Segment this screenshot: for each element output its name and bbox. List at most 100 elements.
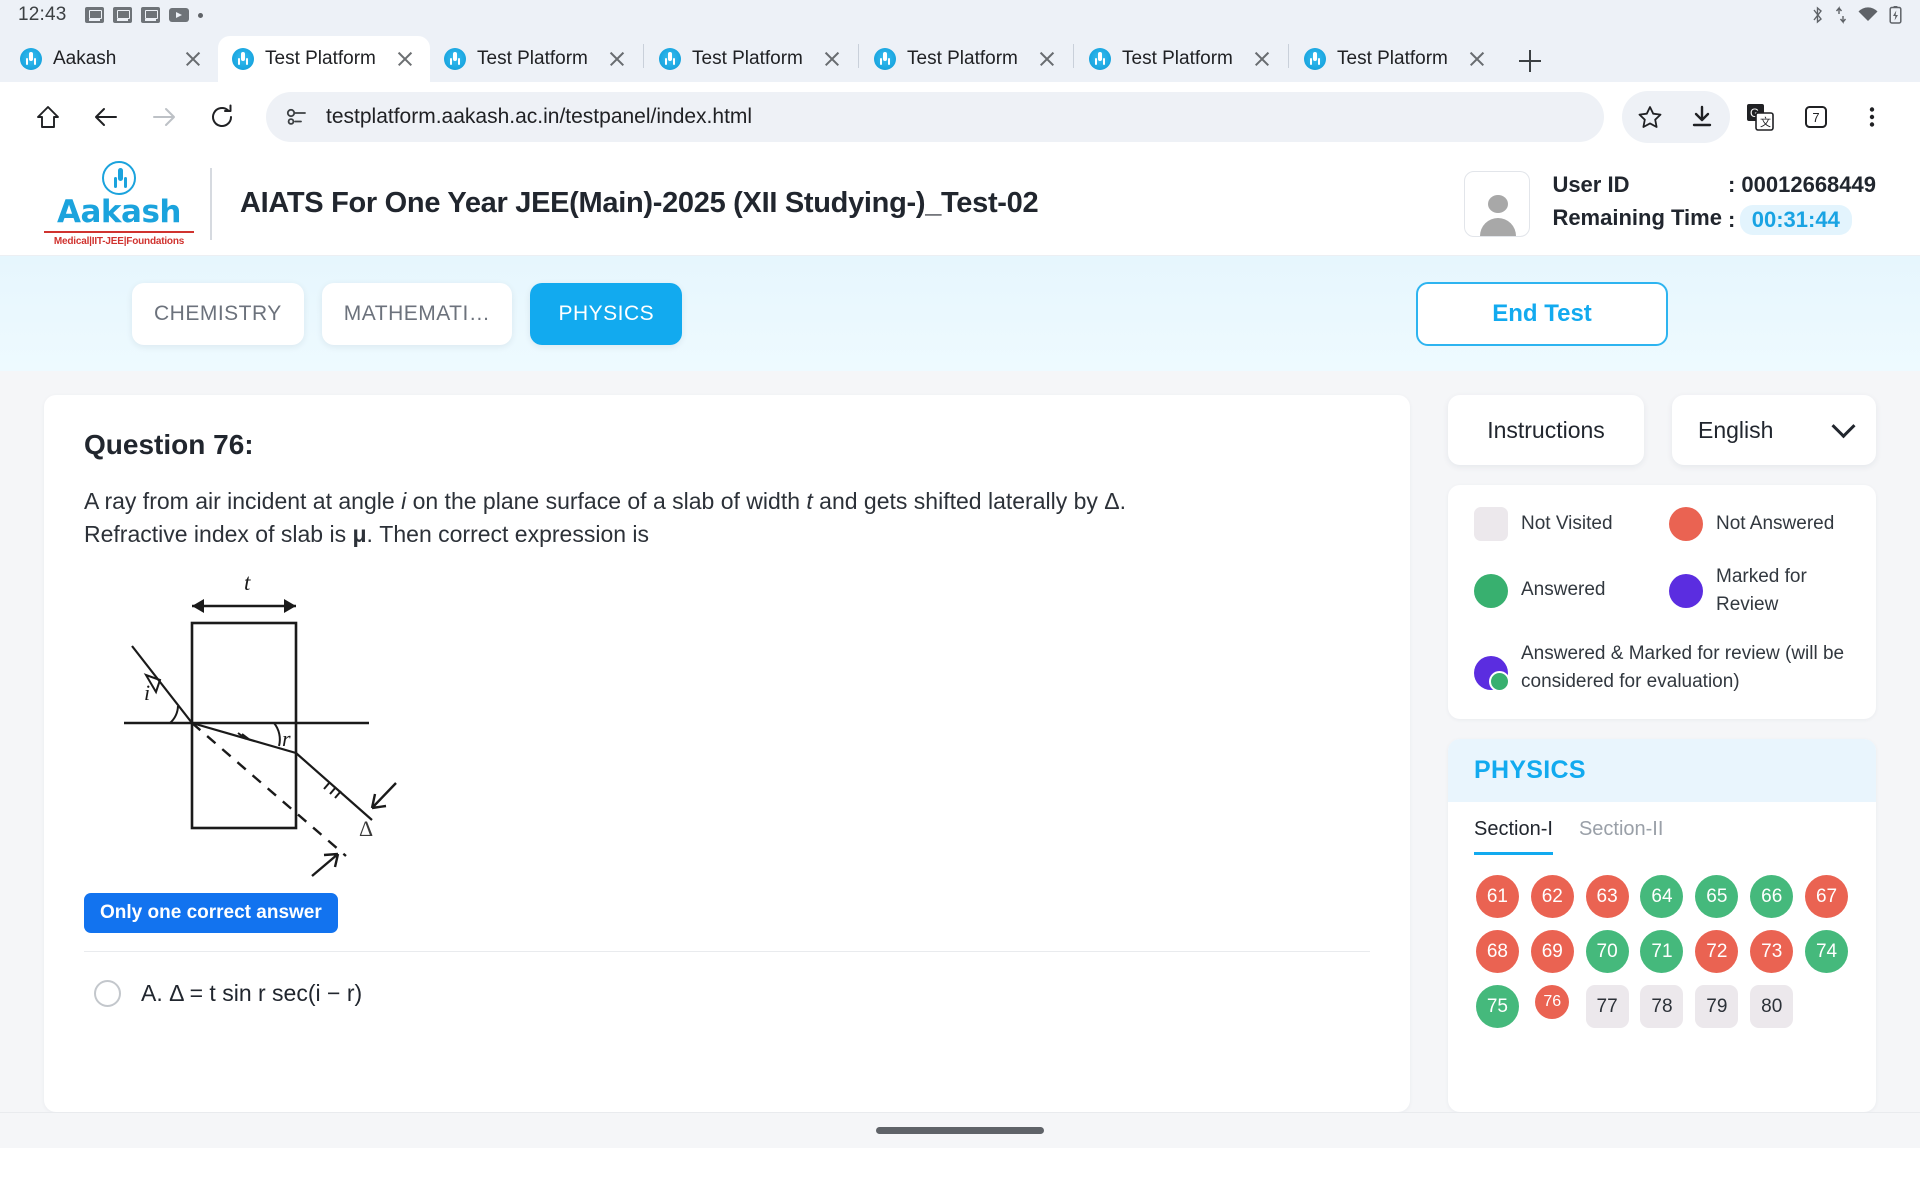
header-user-block: User ID : 00012668449 Remaining Time : 0… <box>1464 170 1876 237</box>
question-cell[interactable]: 78 <box>1640 985 1684 1029</box>
status-system-icons <box>1810 5 1902 25</box>
question-cell[interactable]: 77 <box>1585 985 1629 1029</box>
question-cell[interactable]: 62 <box>1530 875 1574 919</box>
question-cell[interactable]: 65 <box>1695 875 1739 919</box>
not-answered-swatch-icon <box>1669 507 1703 541</box>
question-cell[interactable]: 74 <box>1805 930 1849 974</box>
option-label: A. Δ = t sin r sec(i − r) <box>141 980 362 1007</box>
question-cell[interactable]: 79 <box>1695 985 1739 1029</box>
download-button[interactable] <box>1676 91 1728 143</box>
legend-label: Not Answered <box>1716 513 1835 535</box>
question-cell[interactable]: 72 <box>1695 930 1739 974</box>
tab-chemistry[interactable]: CHEMISTRY <box>132 282 304 345</box>
forward-button[interactable] <box>138 91 190 143</box>
language-select[interactable]: English <box>1672 395 1876 465</box>
tab-count-icon: 7 <box>1805 106 1827 128</box>
question-cell[interactable]: 61 <box>1475 875 1519 919</box>
close-icon[interactable] <box>1036 48 1058 70</box>
question-text-part1: A ray from air incident at angle <box>84 488 402 514</box>
option-radio[interactable] <box>94 980 121 1008</box>
question-cell[interactable]: 69 <box>1530 930 1574 974</box>
browser-tab[interactable]: Test Platform <box>645 36 857 82</box>
close-icon[interactable] <box>606 48 628 70</box>
bookmark-button[interactable] <box>1624 91 1676 143</box>
tab-section-ii[interactable]: Section-II <box>1579 818 1663 855</box>
close-icon[interactable] <box>1466 48 1488 70</box>
home-gesture-handle[interactable] <box>876 1127 1044 1134</box>
header-divider <box>210 167 212 240</box>
tab-section-i[interactable]: Section-I <box>1474 818 1553 856</box>
question-cell[interactable]: 64 <box>1640 875 1684 919</box>
figure-label-delta: Δ <box>359 816 373 841</box>
question-cell[interactable]: 70 <box>1585 930 1629 974</box>
instructions-button[interactable]: Instructions <box>1448 395 1644 465</box>
subject-tab-bar: CHEMISTRY MATHEMATI… PHYSICS End Test <box>0 256 1920 371</box>
site-info-icon[interactable] <box>284 104 310 130</box>
tab-count-button[interactable]: 7 <box>1790 91 1842 143</box>
question-text-part2: on the plane surface of a slab of width <box>406 488 807 514</box>
question-cell[interactable]: 63 <box>1585 875 1629 919</box>
translate-button[interactable]: G 文 <box>1734 91 1786 143</box>
translate-icon: G 文 <box>1747 104 1774 131</box>
tab-title: Test Platform <box>265 48 376 69</box>
browser-tab-strip[interactable]: Aakash Test Platform Test Platform Test … <box>0 30 1920 82</box>
answered-marked-swatch-icon <box>1474 656 1510 693</box>
browser-tab[interactable]: Test Platform <box>430 36 642 82</box>
tab-title: Test Platform <box>1122 48 1233 69</box>
browser-tab[interactable]: Test Platform <box>860 36 1072 82</box>
figure-label-r: r <box>282 726 291 751</box>
question-number-grid: 61 62 63 64 65 66 67 68 69 70 71 72 73 7… <box>1474 875 1850 1029</box>
chevron-down-icon <box>1831 413 1856 438</box>
main-content: Question 76: A ray from air incident at … <box>0 371 1920 1112</box>
tab-title: Test Platform <box>477 48 588 69</box>
question-cell[interactable]: 67 <box>1805 875 1849 919</box>
android-nav-bar <box>0 1112 1920 1148</box>
language-label: English <box>1698 416 1774 443</box>
browser-tab[interactable]: Aakash <box>6 36 218 82</box>
app-header: Aakash Medical|IIT-JEE|Foundations AIATS… <box>0 152 1920 256</box>
aakash-favicon <box>444 48 466 70</box>
android-status-bar: 12:43 <box>0 0 1920 30</box>
avatar <box>1464 170 1531 237</box>
option-a[interactable]: A. Δ = t sin r sec(i − r) <box>84 952 1370 1008</box>
home-button[interactable] <box>22 91 74 143</box>
back-button[interactable] <box>80 91 132 143</box>
browser-tab-active[interactable]: Test Platform <box>218 36 430 82</box>
end-test-button[interactable]: End Test <box>1416 281 1668 346</box>
close-icon[interactable] <box>821 48 843 70</box>
question-cell[interactable]: 80 <box>1750 985 1794 1029</box>
address-bar[interactable]: testplatform.aakash.ac.in/testpanel/inde… <box>266 92 1604 142</box>
browser-tab[interactable]: Test Platform <box>1075 36 1287 82</box>
tab-physics[interactable]: PHYSICS <box>530 282 683 345</box>
question-number-heading: Question 76: <box>84 429 254 460</box>
status-legend: Not Visited Not Answered Answered Marked… <box>1448 485 1876 720</box>
legend-label: Not Visited <box>1521 512 1613 534</box>
answer-type-badge: Only one correct answer <box>84 893 338 934</box>
question-cell-current[interactable]: 76 <box>1535 985 1570 1020</box>
logo-tagline: Medical|IIT-JEE|Foundations <box>53 235 185 247</box>
tab-title: Test Platform <box>692 48 803 69</box>
svg-text:文: 文 <box>1760 115 1771 129</box>
reload-button[interactable] <box>196 91 248 143</box>
tab-divider <box>858 44 859 68</box>
user-id-value: : 00012668449 <box>1727 172 1876 197</box>
legend-not-visited: Not Visited <box>1474 507 1655 541</box>
aakash-favicon <box>20 48 42 70</box>
new-tab-button[interactable] <box>1508 38 1552 82</box>
browser-tab[interactable]: Test Platform <box>1290 36 1502 82</box>
tab-mathematics[interactable]: MATHEMATI… <box>321 282 513 345</box>
palette-body: Section-I Section-II 61 62 63 64 65 66 6… <box>1448 802 1876 1029</box>
tab-title: Test Platform <box>907 48 1018 69</box>
close-icon[interactable] <box>182 48 204 70</box>
question-cell[interactable]: 68 <box>1475 930 1519 974</box>
close-icon[interactable] <box>394 48 416 70</box>
subject-tabs: CHEMISTRY MATHEMATI… PHYSICS <box>132 282 683 345</box>
question-cell[interactable]: 73 <box>1750 930 1794 974</box>
legend-label: Answered <box>1521 579 1606 601</box>
close-icon[interactable] <box>1251 48 1273 70</box>
question-cell[interactable]: 71 <box>1640 930 1684 974</box>
question-cell[interactable]: 75 <box>1475 985 1519 1029</box>
question-cell[interactable]: 66 <box>1750 875 1794 919</box>
url-text: testplatform.aakash.ac.in/testpanel/inde… <box>326 105 753 128</box>
browser-menu-button[interactable] <box>1846 91 1898 143</box>
